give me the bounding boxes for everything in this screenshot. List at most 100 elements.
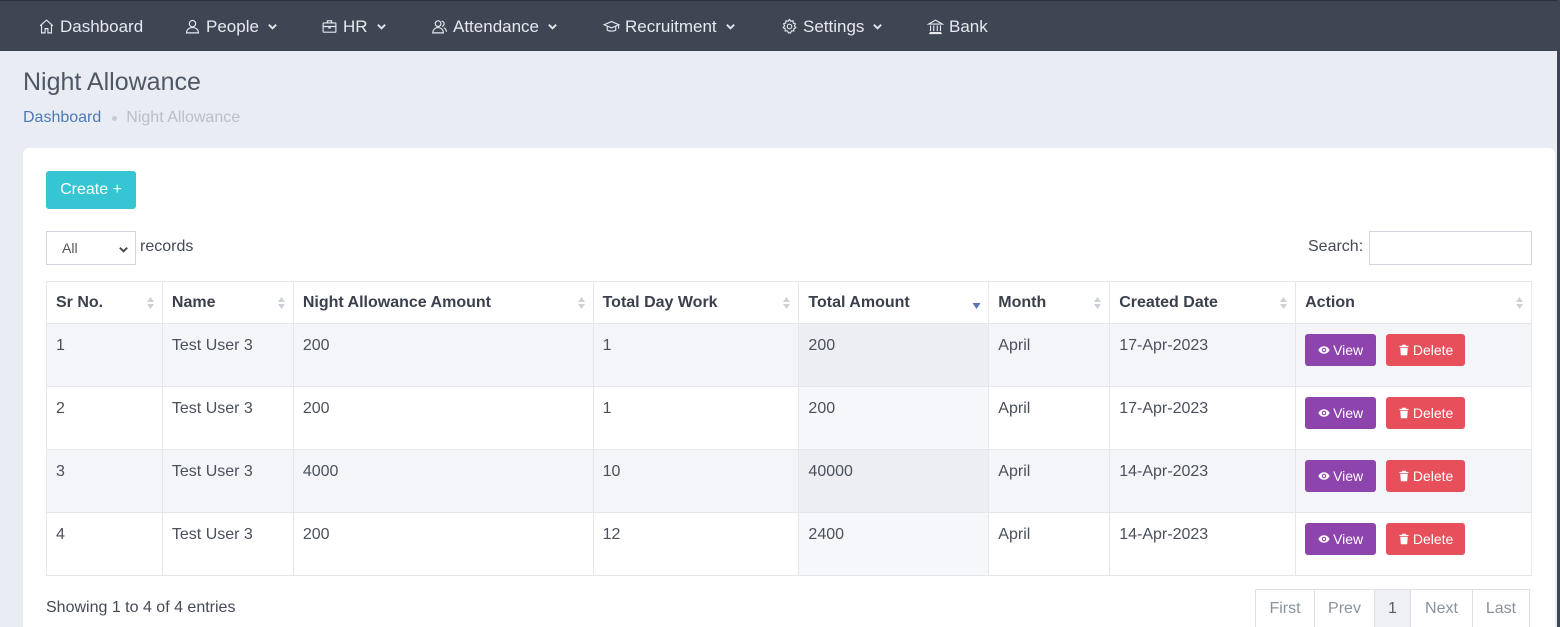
cell-created-date: 17-Apr-2023 [1109, 386, 1297, 450]
column-header-sr-no[interactable]: Sr No. [46, 281, 163, 324]
delete-button[interactable]: Delete [1386, 334, 1466, 366]
table-header-row: Sr No. Name Night Allowance Amount Total… [46, 281, 1532, 324]
delete-button-label: Delete [1412, 342, 1454, 358]
cell-name: Test User 3 [161, 386, 294, 450]
cell-total-day-work: 12 [592, 512, 800, 576]
chevron-down-icon [725, 24, 735, 30]
column-label: Sr No. [56, 293, 104, 311]
column-label: Total Amount [808, 293, 910, 311]
cell-sr-no: 4 [46, 512, 163, 576]
eye-icon [1318, 409, 1330, 417]
pagination-prev[interactable]: Prev [1314, 589, 1375, 627]
trash-icon [1399, 470, 1409, 482]
bank-icon [927, 19, 944, 35]
column-label: Month [998, 293, 1047, 311]
cell-night-allowance-amount: 200 [292, 323, 594, 387]
sort-icon [1516, 297, 1523, 309]
column-header-total-day-work[interactable]: Total Day Work [592, 281, 800, 324]
records-length-label: records [140, 238, 194, 255]
delete-button[interactable]: Delete [1386, 523, 1466, 555]
column-header-total-amount[interactable]: Total Amount [798, 281, 990, 324]
nav-recruitment-label: Recruitment [625, 16, 717, 36]
sort-desc-icon [972, 303, 981, 309]
records-length-select[interactable]: All [46, 231, 136, 265]
cell-action: View Delete [1295, 386, 1532, 450]
search-input[interactable] [1369, 231, 1532, 265]
table-row: 3 Test User 3 4000 10 40000 April 14-Apr… [46, 449, 1532, 513]
cell-created-date: 14-Apr-2023 [1109, 512, 1297, 576]
cell-total-amount: 200 [798, 323, 990, 387]
delete-button-label: Delete [1412, 468, 1454, 484]
page-title: Night Allowance [23, 68, 201, 96]
trash-icon [1399, 344, 1409, 356]
delete-button-label: Delete [1412, 531, 1454, 547]
pagination: First Prev 1 Next Last [1255, 589, 1530, 627]
eye-icon [1318, 472, 1330, 480]
nav-dashboard-label: Dashboard [60, 16, 144, 36]
nav-bank[interactable]: Bank [927, 1, 988, 52]
nav-people-label: People [206, 16, 259, 36]
content-card: Create + All records Search: Sr No. Name… [23, 148, 1555, 627]
chevron-down-icon [119, 247, 128, 253]
create-button[interactable]: Create + [46, 171, 136, 209]
nav-bank-label: Bank [949, 16, 988, 36]
column-header-action[interactable]: Action [1295, 281, 1532, 324]
pagination-first[interactable]: First [1255, 589, 1315, 627]
users-icon [432, 20, 448, 34]
nav-people[interactable]: People [184, 1, 278, 52]
cell-sr-no: 2 [46, 386, 163, 450]
table-row: 4 Test User 3 200 12 2400 April 14-Apr-2… [46, 512, 1532, 576]
view-button[interactable]: View [1305, 460, 1377, 492]
breadcrumb-dashboard-link[interactable]: Dashboard [23, 109, 101, 127]
column-header-created-date[interactable]: Created Date [1109, 281, 1297, 324]
sort-icon [577, 297, 585, 309]
table-info: Showing 1 to 4 of 4 entries [46, 599, 236, 616]
column-label: Name [171, 293, 216, 311]
pagination-last[interactable]: Last [1472, 589, 1530, 627]
cell-action: View Delete [1295, 449, 1532, 513]
trash-icon [1399, 533, 1409, 545]
cell-total-amount: 2400 [798, 512, 990, 576]
delete-button[interactable]: Delete [1386, 460, 1466, 492]
nav-settings-label: Settings [803, 16, 865, 36]
view-button[interactable]: View [1305, 334, 1377, 366]
delete-button[interactable]: Delete [1386, 397, 1466, 429]
chevron-down-icon [548, 24, 557, 30]
home-icon [39, 19, 54, 34]
eye-icon [1318, 346, 1330, 354]
nav-attendance[interactable]: Attendance [431, 1, 558, 52]
cell-sr-no: 1 [46, 323, 163, 387]
cell-month: April [988, 386, 1111, 450]
cell-name: Test User 3 [161, 512, 294, 576]
column-header-name[interactable]: Name [161, 281, 294, 324]
view-button-label: View [1333, 405, 1364, 421]
cell-night-allowance-amount: 200 [292, 512, 594, 576]
cell-created-date: 14-Apr-2023 [1109, 449, 1297, 513]
nav-hr[interactable]: HR [321, 1, 387, 52]
sort-icon [1094, 297, 1102, 309]
sort-icon [783, 297, 791, 309]
search-label: Search: [1308, 238, 1364, 255]
column-header-night-allowance-amount[interactable]: Night Allowance Amount [292, 281, 594, 324]
graduation-cap-icon [603, 20, 620, 32]
cell-total-day-work: 10 [592, 449, 800, 513]
view-button[interactable]: View [1305, 397, 1377, 429]
view-button[interactable]: View [1305, 523, 1377, 555]
cell-night-allowance-amount: 4000 [292, 449, 594, 513]
column-label: Total Day Work [602, 293, 718, 311]
briefcase-icon [322, 20, 337, 33]
view-button-label: View [1333, 468, 1364, 484]
nav-attendance-label: Attendance [453, 16, 540, 36]
pagination-page-1[interactable]: 1 [1374, 589, 1411, 627]
sort-icon [1280, 297, 1288, 309]
pagination-next[interactable]: Next [1410, 589, 1473, 627]
view-button-label: View [1333, 342, 1364, 358]
nav-settings[interactable]: Settings [781, 1, 883, 52]
cell-total-amount: 200 [798, 386, 990, 450]
nav-dashboard[interactable]: Dashboard [38, 1, 143, 52]
nav-recruitment[interactable]: Recruitment [603, 1, 736, 52]
cell-name: Test User 3 [161, 449, 294, 513]
column-header-month[interactable]: Month [988, 281, 1111, 324]
column-label: Created Date [1119, 293, 1218, 311]
eye-icon [1318, 535, 1330, 543]
